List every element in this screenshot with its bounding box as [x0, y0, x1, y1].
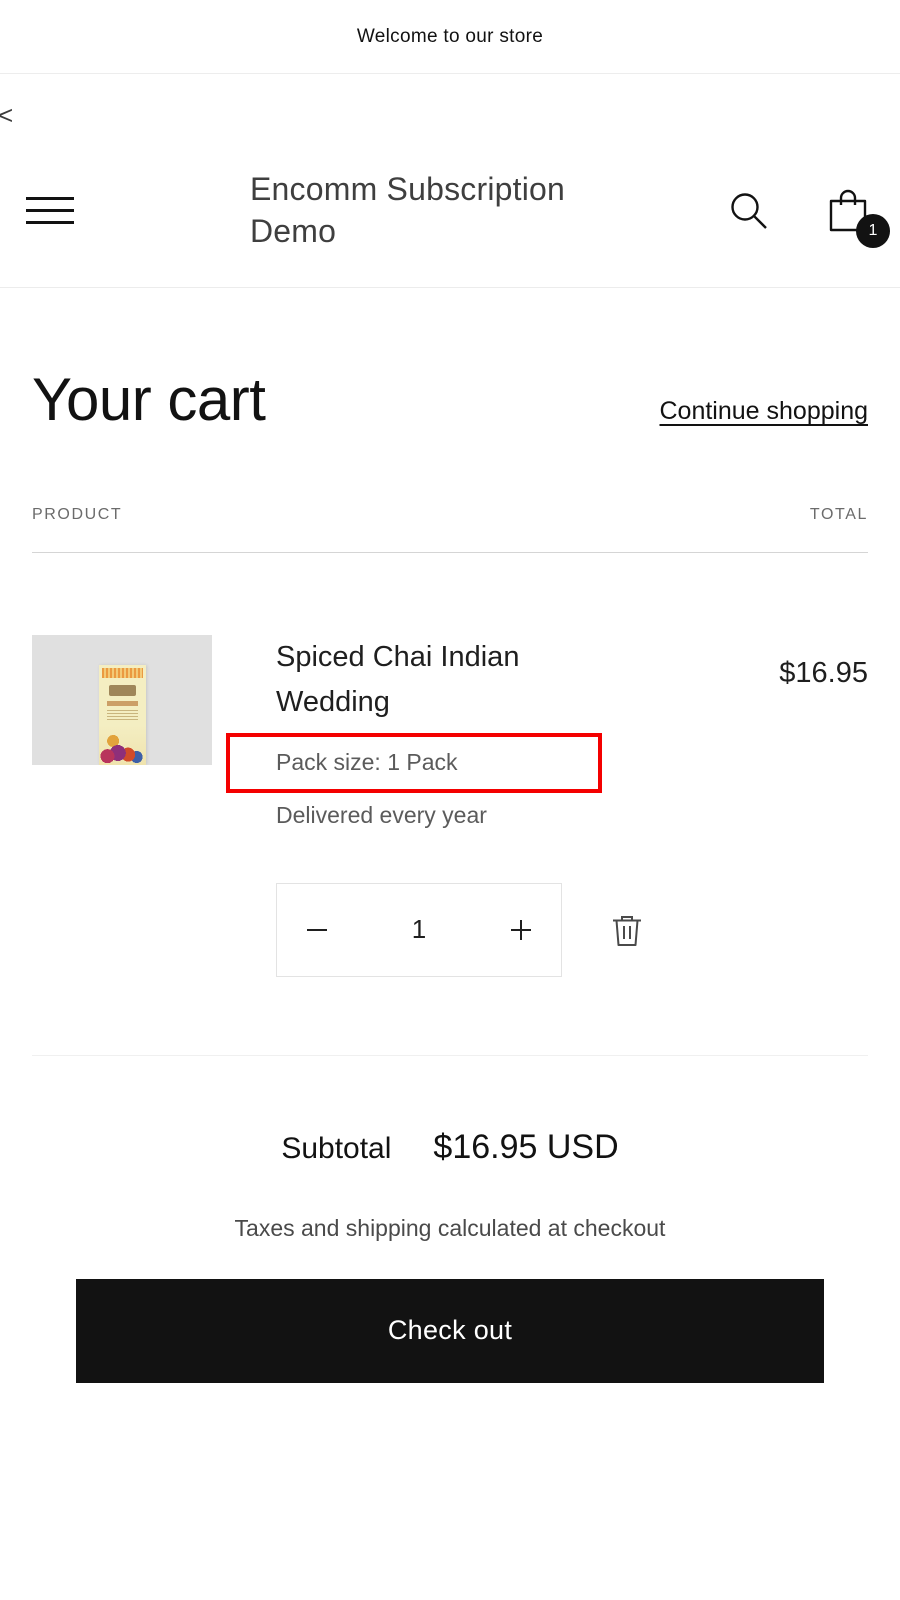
cart-line-item: Spiced Chai Indian Wedding Pack size: 1 … — [32, 553, 868, 1056]
search-icon[interactable] — [726, 188, 772, 234]
column-header-total: TOTAL — [809, 506, 868, 523]
product-package-image — [98, 665, 146, 765]
cart-totals: Subtotal $16.95 USD Taxes and shipping c… — [32, 1056, 868, 1383]
subtotal-label: Subtotal — [281, 1131, 392, 1165]
product-variant-option: Pack size: 1 Pack — [276, 748, 458, 775]
quantity-decrease-button[interactable] — [277, 884, 357, 976]
cart-table-header: PRODUCT TOTAL — [32, 506, 868, 553]
package-logo — [108, 685, 136, 696]
product-title[interactable]: Spiced Chai Indian Wedding — [276, 635, 606, 725]
cart-icon[interactable]: 1 — [824, 186, 890, 248]
hamburger-menu-icon[interactable] — [26, 185, 78, 237]
package-text-lines — [106, 710, 138, 722]
quantity-increase-button[interactable] — [481, 884, 561, 976]
subtotal-value: $16.95 USD — [433, 1127, 619, 1166]
hamburger-bar — [26, 209, 74, 212]
cart-header-row: Your cart Continue shopping — [32, 288, 868, 430]
announcement-bar: Welcome to our store — [0, 0, 900, 74]
back-chevron-icon[interactable]: < — [0, 102, 13, 128]
header-actions: 1 — [726, 186, 890, 248]
hamburger-bar — [26, 197, 74, 200]
package-subtitle — [106, 701, 138, 706]
page-title: Your cart — [32, 366, 266, 433]
checkout-button[interactable]: Check out — [76, 1278, 824, 1383]
package-illustration — [98, 725, 146, 765]
column-header-product: PRODUCT — [32, 506, 123, 523]
quantity-row — [276, 882, 779, 977]
quantity-stepper — [276, 882, 562, 977]
announcement-text: Welcome to our store — [356, 25, 544, 47]
quantity-input[interactable] — [379, 914, 459, 946]
line-item-price: $16.95 — [779, 657, 868, 689]
hamburger-bar — [26, 221, 74, 224]
tax-shipping-note: Taxes and shipping calculated at checkou… — [234, 1214, 666, 1241]
product-selling-plan: Delivered every year — [276, 801, 487, 828]
package-top-pattern — [101, 668, 143, 678]
cart-page: Your cart Continue shopping PRODUCT TOTA… — [0, 288, 900, 1383]
browser-back-strip: < — [0, 74, 900, 134]
product-thumbnail[interactable] — [32, 635, 212, 765]
site-header: Encomm Subscription Demo 1 — [0, 134, 900, 288]
remove-item-trash-icon[interactable] — [604, 907, 650, 953]
subtotal-row: Subtotal $16.95 USD — [32, 1128, 868, 1167]
product-details: Spiced Chai Indian Wedding Pack size: 1 … — [276, 635, 779, 977]
cart-count-badge: 1 — [856, 213, 890, 248]
continue-shopping-link[interactable]: Continue shopping — [660, 397, 869, 430]
store-title[interactable]: Encomm Subscription Demo — [250, 169, 610, 252]
